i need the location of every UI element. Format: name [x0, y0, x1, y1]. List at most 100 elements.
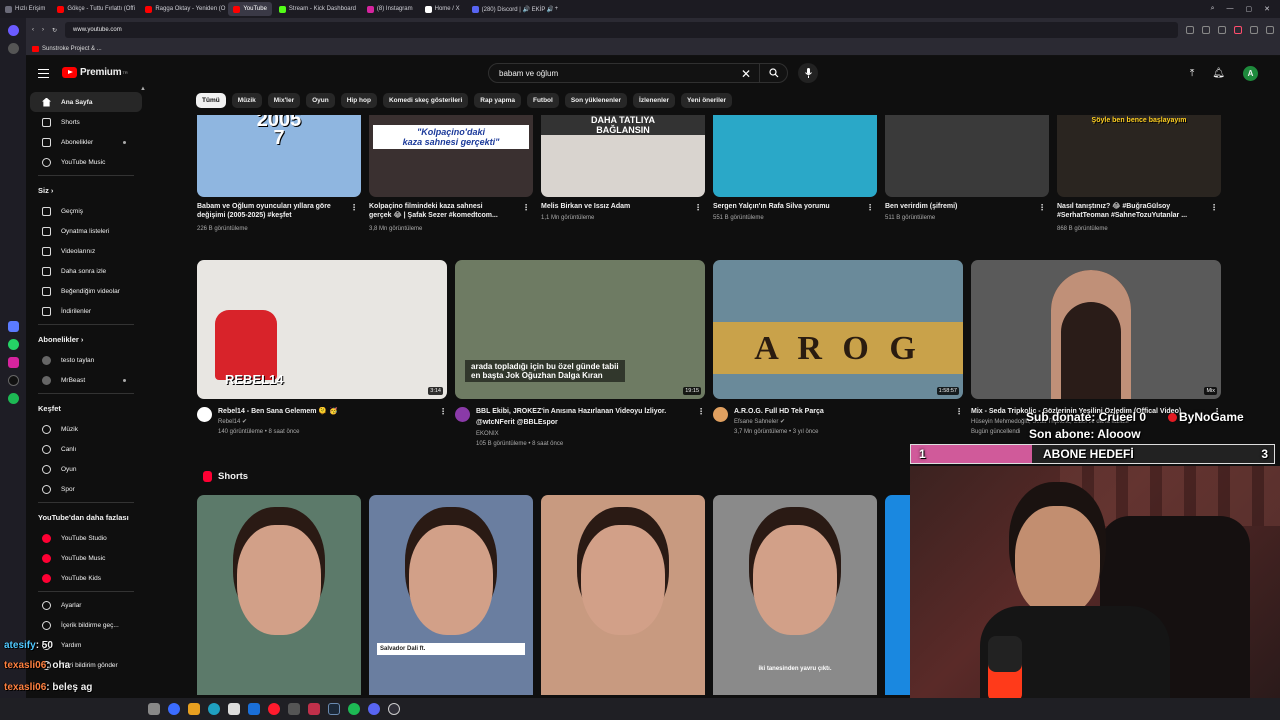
video-thumbnail[interactable]: arada topladığı için bu özel günde tabii… [455, 260, 705, 399]
whatsapp-icon[interactable] [7, 339, 19, 350]
channel-name[interactable]: EKONIX [476, 430, 701, 438]
opera-icon[interactable] [268, 703, 280, 715]
close-icon[interactable]: ✕ [1264, 5, 1270, 13]
more-options-icon[interactable]: ⋮ [1210, 203, 1218, 212]
filter-chip[interactable]: Son yüklenenler [564, 93, 628, 108]
home-icon[interactable] [7, 25, 19, 36]
video-title[interactable]: Babam ve Oğlum oyuncuları yıllara göre de… [197, 202, 347, 220]
sidebar-item[interactable]: Geçmiş [30, 201, 142, 221]
sidebar-item[interactable]: Oyun [30, 459, 142, 479]
forward-icon[interactable]: › [42, 27, 44, 33]
short-thumbnail[interactable] [541, 495, 705, 695]
more-options-icon[interactable]: ⋮ [522, 203, 530, 212]
new-tab-icon[interactable]: + [555, 6, 559, 12]
menu-icon[interactable] [1266, 26, 1274, 34]
filter-chip[interactable]: Mix'ler [267, 93, 301, 108]
short-thumbnail[interactable] [885, 495, 910, 695]
shield-icon[interactable] [1218, 26, 1226, 34]
search-button[interactable] [759, 63, 787, 83]
search-input[interactable]: babam ve oğlum [499, 69, 558, 78]
browser-tab[interactable]: (8) Instagram [362, 2, 418, 16]
video-title[interactable]: A.R.O.G. Full HD Tek Parça [734, 407, 962, 416]
search-box[interactable]: babam ve oğlum ✕ [488, 63, 788, 83]
obs-icon[interactable] [388, 703, 400, 715]
sidebar-section-header[interactable]: Siz › [26, 179, 146, 201]
more-options-icon[interactable]: ⋮ [866, 203, 874, 212]
browser-tab[interactable]: Hızlı Erişim [0, 2, 50, 16]
back-icon[interactable]: ‹ [32, 27, 34, 33]
sidebar-item[interactable]: YouTube Kids [30, 568, 142, 588]
sidebar-item[interactable]: Shorts [30, 112, 142, 132]
search-icon[interactable]: ⌕ [1211, 5, 1215, 13]
video-thumbnail[interactable]: Şöyle ben bence başlayayım [1057, 115, 1221, 197]
filter-chip[interactable]: Oyun [306, 93, 335, 108]
video-thumbnail[interactable] [713, 115, 877, 197]
video-title[interactable]: Kolpaçino filmindeki kaza sahnesi gerçek … [369, 202, 519, 220]
heart-icon[interactable] [1234, 26, 1242, 34]
sidebar-item[interactable]: Abonelikler [30, 132, 142, 152]
video-title[interactable]: Melis Birkan ve Issız Adam [541, 202, 691, 211]
maximize-icon[interactable]: ▢ [1246, 5, 1253, 13]
taskbar-app-icon[interactable] [188, 703, 200, 715]
filter-chip[interactable]: Müzik [231, 93, 262, 108]
sidebar-item[interactable]: İçerik bildirme geç... [30, 615, 142, 635]
bookmark-item[interactable]: Sunstroke Project & ... [32, 45, 102, 52]
sidebar-item[interactable]: Canlı [30, 439, 142, 459]
download-icon[interactable] [1250, 26, 1258, 34]
browser-tab[interactable]: (280) Discord | 🔊 EKİP 🔊 [467, 2, 553, 16]
short-thumbnail[interactable]: iki tanesinden yavru çıktı. [713, 495, 877, 695]
sidebar-item[interactable]: İndirilenler [30, 301, 142, 321]
reload-icon[interactable]: ↻ [52, 27, 57, 34]
video-thumbnail[interactable] [885, 115, 1049, 197]
more-options-icon[interactable]: ⋮ [955, 407, 963, 416]
sidebar-item[interactable]: YouTube Music [30, 548, 142, 568]
video-title[interactable]: Sergen Yalçın'ın Rafa Silva yorumu [713, 202, 863, 211]
sidebar-item[interactable]: YouTube Music [30, 152, 142, 172]
taskbar-app-icon[interactable] [308, 703, 320, 715]
instagram-icon[interactable] [7, 357, 19, 368]
video-thumbnail[interactable]: REBEL14 3:14 [197, 260, 447, 399]
spotify-icon[interactable] [7, 393, 19, 404]
url-field[interactable]: www.youtube.com [65, 22, 1178, 38]
wallet-icon[interactable] [1202, 26, 1210, 34]
sidebar-item[interactable]: YouTube Studio [30, 528, 142, 548]
extension-icon[interactable] [7, 321, 19, 332]
video-title[interactable]: Rebel14 - Ben Sana Gelemem 🫠 🥳 [218, 407, 446, 416]
channel-avatar[interactable] [455, 407, 470, 422]
notifications-bell-icon[interactable]: 🔔︎ [1212, 68, 1225, 79]
filter-chip[interactable]: Tümü [196, 93, 226, 108]
video-thumbnail[interactable]: Mix [971, 260, 1221, 399]
filter-chip[interactable]: Futbol [526, 93, 559, 108]
edge-icon[interactable] [208, 703, 220, 715]
video-thumbnail[interactable]: "Kolpaçino'daki kaza sahnesi gerçekti" [369, 115, 533, 197]
sidebar-item[interactable]: testo taylan [30, 350, 142, 370]
more-options-icon[interactable]: ⋮ [694, 203, 702, 212]
taskbar-app-icon[interactable] [288, 703, 300, 715]
channel-name[interactable]: Rebel14 ✔ [218, 418, 443, 426]
youtube-premium-logo[interactable]: Premium TR [62, 67, 128, 78]
x-icon[interactable] [7, 375, 19, 386]
video-title[interactable]: Nasıl tanıştınız? 😂 #BuğraGülsoy #SerhatT… [1057, 202, 1207, 220]
more-options-icon[interactable]: ⋮ [350, 203, 358, 212]
short-thumbnail[interactable]: Salvador Dali ft. [369, 495, 533, 695]
sidebar-item[interactable]: Daha sonra izle [30, 261, 142, 281]
spotify-icon[interactable] [348, 703, 360, 715]
video-thumbnail[interactable]: 2005 7 [197, 115, 361, 197]
filter-chip[interactable]: Yeni öneriler [681, 93, 733, 108]
more-options-icon[interactable]: ⋮ [697, 407, 705, 416]
taskbar-app-icon[interactable] [168, 703, 180, 715]
video-thumbnail[interactable]: A R O G 1:58:57 [713, 260, 963, 399]
voice-search-button[interactable] [798, 63, 818, 83]
browser-tab[interactable]: Stream - Kick Dashboard [274, 2, 360, 16]
start-icon[interactable] [148, 703, 160, 715]
browser-tab[interactable]: YouTube [228, 2, 272, 16]
steam-icon[interactable] [328, 703, 340, 715]
filter-chip[interactable]: Komedi skeç gösterileri [382, 93, 469, 108]
filter-chip[interactable]: Rap yapma [474, 93, 521, 108]
filter-chip[interactable]: İzlenenler [633, 93, 676, 108]
channel-avatar[interactable] [197, 407, 212, 422]
browser-tab[interactable]: Home / X [420, 2, 465, 16]
outlook-icon[interactable] [248, 703, 260, 715]
sidebar-section-header[interactable]: Abonelikler › [26, 328, 146, 350]
sidebar-item[interactable]: Ayarlar [30, 595, 142, 615]
